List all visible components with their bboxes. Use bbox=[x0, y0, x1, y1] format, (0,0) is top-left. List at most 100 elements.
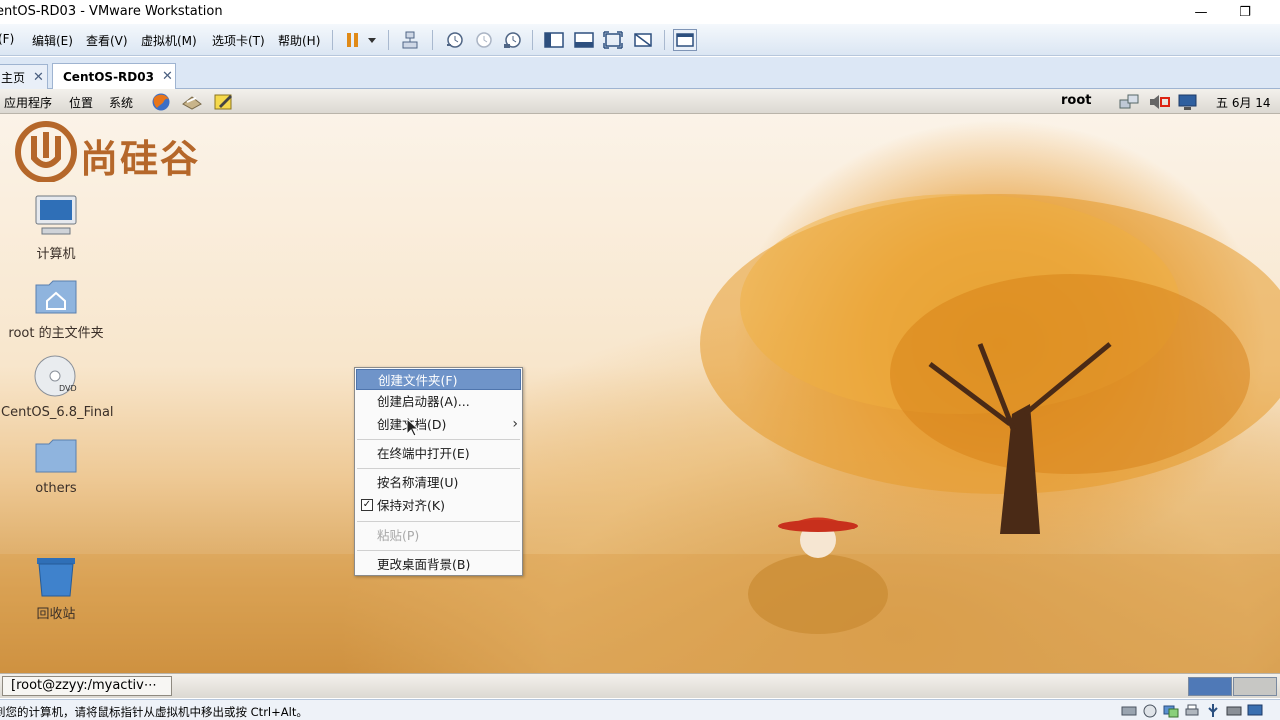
toolbar-separator bbox=[332, 30, 333, 50]
menu-item-label: 创建文件夹(F) bbox=[378, 373, 458, 388]
unity-icon bbox=[634, 33, 652, 47]
tab-strip: 主页 ✕ CentOS-RD03 ✕ bbox=[0, 57, 1280, 89]
toolbar-separator bbox=[664, 30, 665, 50]
guest-desktop[interactable]: 尚硅谷 计算机 root 的主文件夹 DVD CentOS_6.8_Final … bbox=[0, 114, 1280, 673]
display-icon[interactable] bbox=[1176, 92, 1200, 112]
guest-bottom-panel: [root@zzyy:/myactiv⋯ bbox=[0, 673, 1280, 698]
vmware-statusbar: 到您的计算机，请将鼠标指针从虚拟机中移出或按 Ctrl+Alt。 bbox=[0, 699, 1280, 720]
menu-applications[interactable]: 应用程序 bbox=[4, 94, 52, 111]
workspace-1[interactable] bbox=[1188, 677, 1232, 696]
cd-icon[interactable] bbox=[1142, 703, 1158, 718]
guest-top-panel: 应用程序 位置 系统 root 五 6月 14 bbox=[0, 89, 1280, 114]
pause-icon bbox=[347, 33, 376, 47]
status-message: 到您的计算机，请将鼠标指针从虚拟机中移出或按 Ctrl+Alt。 bbox=[0, 705, 308, 719]
sidebar-icon bbox=[544, 32, 564, 48]
desktop-context-menu: 创建文件夹(F) 创建启动器(A)... 创建文档(D)› 在终端中打开(E) … bbox=[354, 367, 523, 576]
show-thumbnail-button[interactable] bbox=[572, 29, 596, 51]
folder-icon bbox=[35, 439, 77, 473]
window-titlebar: entOS-RD03 - VMware Workstation — ❐ bbox=[0, 0, 1280, 24]
menu-item-create-folder[interactable]: 创建文件夹(F) bbox=[356, 369, 521, 390]
menu-item-change-background[interactable]: 更改桌面背景(B) bbox=[356, 554, 521, 575]
tab-centos-rd03[interactable]: CentOS-RD03 ✕ bbox=[52, 63, 176, 89]
menu-vm[interactable]: 虚拟机(M) bbox=[141, 32, 197, 49]
network-adapter-icon[interactable] bbox=[1163, 703, 1179, 718]
wallpaper-tree bbox=[0, 194, 1280, 673]
toolbar-separator bbox=[432, 30, 433, 50]
menu-separator bbox=[357, 468, 520, 469]
menu-file[interactable]: (F) bbox=[0, 32, 14, 46]
close-icon[interactable]: ✕ bbox=[33, 70, 44, 85]
desktop-icon-label: 回收站 bbox=[36, 607, 76, 622]
menu-view[interactable]: 查看(V) bbox=[86, 32, 128, 49]
dvd-icon: DVD bbox=[34, 355, 77, 397]
display-settings-icon[interactable] bbox=[1247, 703, 1263, 718]
vmware-menubar: (F) 编辑(E) 查看(V) 虚拟机(M) 选项卡(T) 帮助(H) bbox=[0, 24, 1280, 56]
taskbar-window-button[interactable]: [root@zzyy:/myactiv⋯ bbox=[2, 676, 172, 696]
home-folder-icon bbox=[35, 280, 77, 314]
thumbnail-icon bbox=[574, 32, 594, 48]
tab-label: 主页 bbox=[1, 70, 26, 85]
menu-help[interactable]: 帮助(H) bbox=[278, 32, 320, 49]
fullscreen-icon bbox=[603, 31, 623, 49]
menu-places[interactable]: 位置 bbox=[69, 94, 93, 111]
desktop-icon-computer[interactable]: 计算机 bbox=[1, 194, 111, 262]
trash-icon bbox=[37, 558, 75, 597]
user-name[interactable]: root bbox=[1061, 93, 1092, 108]
menu-item-create-document[interactable]: 创建文档(D)› bbox=[356, 414, 521, 435]
console-icon bbox=[676, 33, 694, 47]
desktop-icon-home-folder[interactable]: root 的主文件夹 bbox=[1, 277, 111, 341]
desktop-icon-label: CentOS_6.8_Final bbox=[1, 405, 114, 420]
svg-text:DVD: DVD bbox=[59, 384, 77, 393]
menu-item-open-terminal[interactable]: 在终端中打开(E) bbox=[356, 443, 521, 464]
sound-card-icon[interactable] bbox=[1226, 703, 1242, 718]
computer-icon bbox=[35, 195, 77, 235]
console-view-button[interactable] bbox=[673, 29, 697, 51]
toolbar-separator bbox=[532, 30, 533, 50]
desktop-icon-label: root 的主文件夹 bbox=[8, 326, 104, 341]
menu-item-create-launcher[interactable]: 创建启动器(A)... bbox=[356, 391, 521, 412]
text-editor-icon[interactable] bbox=[213, 92, 233, 112]
clock-icon bbox=[447, 32, 463, 48]
window-title: entOS-RD03 - VMware Workstation bbox=[0, 4, 223, 19]
network-icon[interactable] bbox=[1118, 92, 1142, 112]
menu-tabs[interactable]: 选项卡(T) bbox=[212, 32, 265, 49]
workspace-2[interactable] bbox=[1233, 677, 1277, 696]
desktop-icon-trash[interactable]: 回收站 bbox=[1, 554, 111, 622]
show-library-button[interactable] bbox=[542, 29, 566, 51]
revert-snapshot-button[interactable] bbox=[471, 29, 495, 51]
menu-item-label: 保持对齐(K) bbox=[377, 498, 445, 513]
menu-item-keep-aligned[interactable]: ✓ 保持对齐(K) bbox=[356, 495, 521, 516]
pause-button[interactable] bbox=[340, 29, 380, 51]
usb-icon[interactable] bbox=[1205, 703, 1221, 718]
mouse-pointer-icon bbox=[406, 418, 420, 437]
menu-separator bbox=[357, 550, 520, 551]
menu-separator bbox=[357, 439, 520, 440]
firefox-icon[interactable] bbox=[151, 92, 171, 112]
minimize-button[interactable]: — bbox=[1178, 0, 1224, 24]
send-ctrl-alt-del-button[interactable] bbox=[398, 29, 422, 51]
mail-icon[interactable] bbox=[181, 92, 202, 112]
snapshot-button[interactable] bbox=[442, 29, 466, 51]
desktop-icon-label: others bbox=[35, 481, 77, 496]
logo-text: 尚硅谷 bbox=[80, 137, 201, 181]
close-icon[interactable]: ✕ bbox=[162, 69, 173, 84]
menu-separator bbox=[357, 521, 520, 522]
restore-button[interactable]: ❐ bbox=[1222, 0, 1268, 24]
menu-system[interactable]: 系统 bbox=[109, 94, 133, 111]
checkbox-checked-icon: ✓ bbox=[361, 499, 373, 511]
desktop-icon-dvd[interactable]: DVD CentOS_6.8_Final bbox=[1, 354, 114, 420]
desktop-icon-others-folder[interactable]: others bbox=[1, 436, 111, 496]
fullscreen-button[interactable] bbox=[601, 29, 625, 51]
network-icon bbox=[402, 31, 418, 49]
clock[interactable]: 五 6月 14 bbox=[1216, 94, 1271, 111]
printer-icon[interactable] bbox=[1184, 703, 1200, 718]
unity-button[interactable] bbox=[631, 29, 655, 51]
menu-edit[interactable]: 编辑(E) bbox=[32, 32, 73, 49]
toolbar-separator bbox=[388, 30, 389, 50]
menu-item-clean-up[interactable]: 按名称清理(U) bbox=[356, 472, 521, 493]
tab-label: CentOS-RD03 bbox=[63, 69, 154, 84]
snapshot-manager-button[interactable] bbox=[500, 29, 524, 51]
volume-muted-icon[interactable] bbox=[1148, 92, 1172, 112]
tab-home[interactable]: 主页 ✕ bbox=[0, 64, 48, 89]
hard-disk-icon[interactable] bbox=[1121, 703, 1137, 718]
